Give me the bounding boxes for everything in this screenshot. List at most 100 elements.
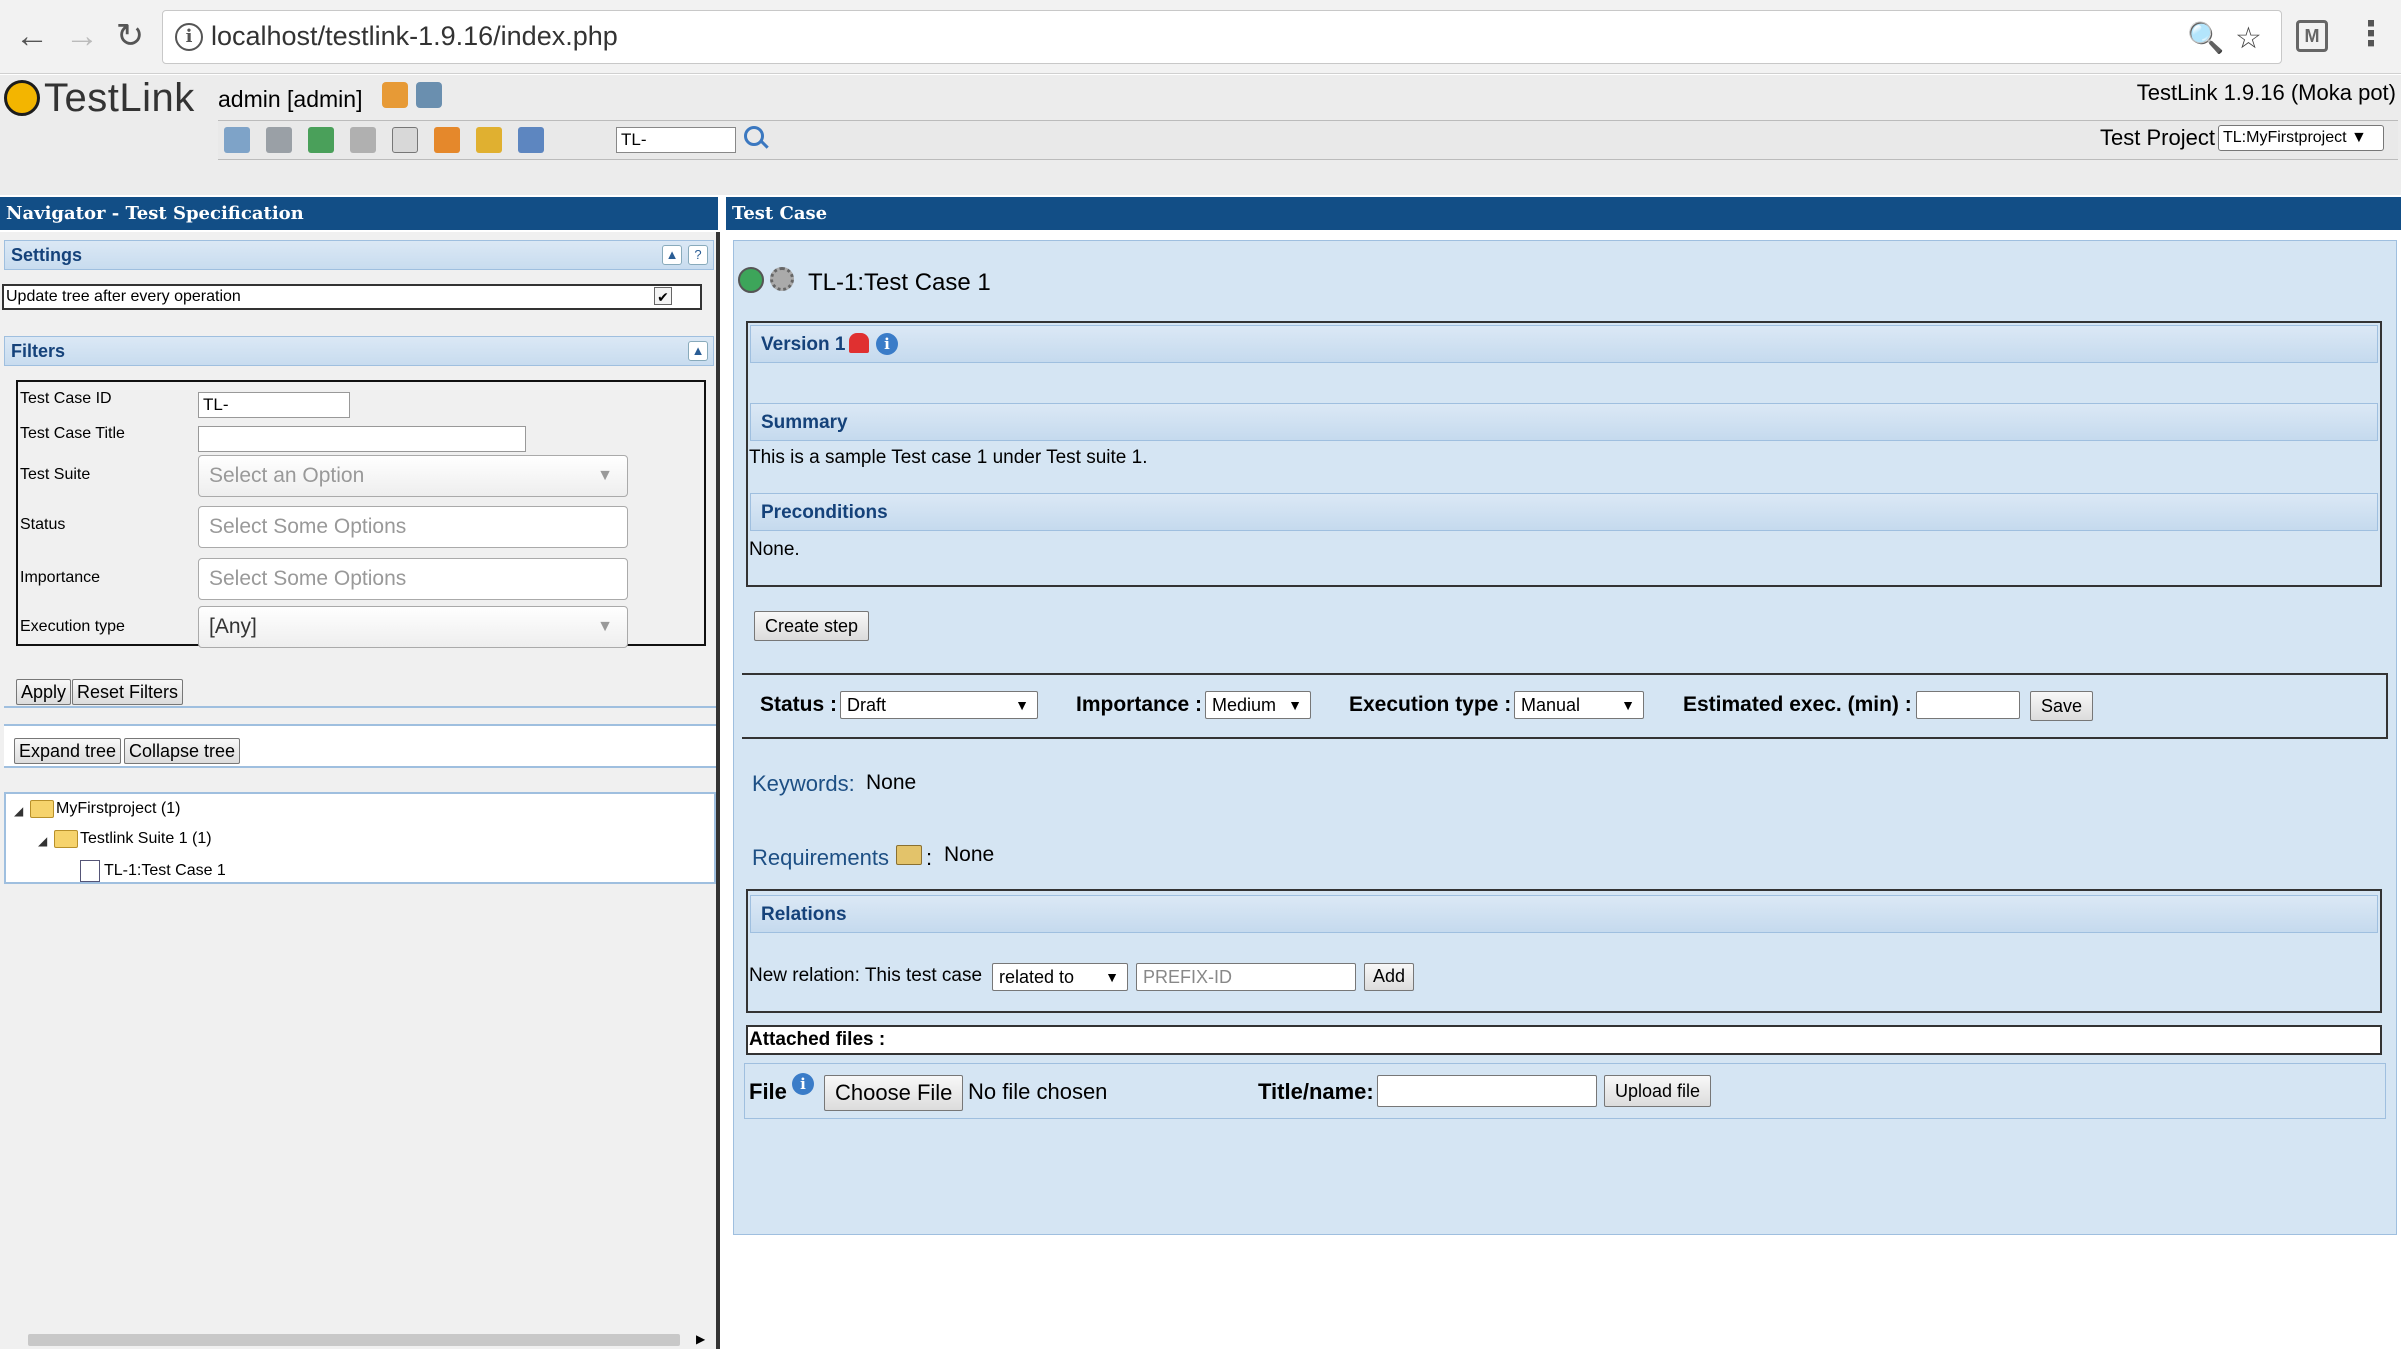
suite-select[interactable]: Select an Option ▼	[198, 455, 628, 497]
chevron-down-icon: ▼	[597, 467, 613, 484]
gear-icon[interactable]	[770, 267, 794, 291]
expand-tree-button[interactable]: Expand tree	[14, 738, 122, 764]
back-icon[interactable]: ←	[12, 16, 52, 56]
reports-icon[interactable]	[392, 127, 418, 153]
exec-type-select[interactable]: Manual ▼	[1514, 691, 1644, 719]
requirements-icon[interactable]	[896, 845, 922, 865]
address-bar[interactable]: i localhost/testlink-1.9.16/index.php 🔍 …	[162, 10, 2282, 64]
settings-header[interactable]: Settings	[4, 240, 714, 270]
exec-type-select[interactable]: [Any] ▼	[198, 606, 628, 648]
tree-node-testcase[interactable]: TL-1:Test Case 1	[80, 860, 226, 882]
preconditions-text: None.	[749, 539, 800, 560]
app-logo-text: TestLink	[44, 76, 195, 120]
navigator-panel: Settings ▲ ? Update tree after every ope…	[0, 232, 720, 1349]
execute-icon[interactable]	[350, 127, 376, 153]
requirements-icon[interactable]	[266, 127, 292, 153]
suite-label: Test Suite	[20, 466, 91, 483]
title-name-input[interactable]	[1377, 1075, 1597, 1107]
testcase-search-input[interactable]: TL-	[616, 127, 736, 153]
execution-history-icon[interactable]	[738, 267, 764, 293]
reload-icon[interactable]: ↻	[110, 16, 150, 56]
browser-menu-icon[interactable]: ⋮	[2354, 14, 2388, 54]
upload-file-button[interactable]: Upload file	[1604, 1075, 1712, 1107]
relation-target-input[interactable]: PREFIX-ID	[1136, 963, 1356, 991]
estimated-exec-input[interactable]	[1916, 691, 2020, 719]
logout-icon[interactable]	[416, 82, 442, 108]
events-icon[interactable]	[476, 127, 502, 153]
extension-icon[interactable]: M	[2296, 20, 2328, 52]
user-settings-icon[interactable]	[382, 82, 408, 108]
testcase-content: TL-1:Test Case 1 Version 1 i Summary Thi…	[733, 240, 2397, 1235]
search-icon[interactable]	[744, 126, 764, 146]
tc-id-label: Test Case ID	[20, 390, 112, 407]
chevron-down-icon: ▼	[1288, 697, 1302, 713]
scroll-right-icon[interactable]: ▶	[696, 1332, 705, 1346]
chevron-down-icon: ▼	[1105, 969, 1119, 985]
requirements-value: None	[944, 843, 995, 866]
tc-id-input[interactable]: TL-	[198, 392, 350, 418]
forward-icon[interactable]: →	[62, 16, 102, 56]
status-label: Status	[20, 516, 66, 533]
tree-expander-icon[interactable]: ◢	[38, 834, 47, 848]
help-icon[interactable]: ?	[688, 245, 708, 265]
no-file-text: No file chosen	[968, 1079, 1108, 1104]
info-icon[interactable]: i	[876, 333, 898, 355]
exec-type-label: Execution type	[20, 618, 125, 635]
add-relation-button[interactable]: Add	[1364, 963, 1415, 991]
test-spec-icon[interactable]	[308, 127, 334, 153]
url-text[interactable]: localhost/testlink-1.9.16/index.php	[211, 21, 618, 52]
importance-select-value: Medium	[1212, 695, 1277, 715]
file-label: File	[749, 1079, 787, 1104]
star-icon[interactable]: ☆	[2235, 21, 2262, 56]
new-relation-label: New relation: This test case	[749, 965, 983, 986]
create-step-button[interactable]: Create step	[754, 611, 870, 641]
suite-select-value: Select an Option	[209, 464, 365, 487]
testcase-title: TL-1:Test Case 1	[808, 269, 991, 296]
info-icon[interactable]: i	[792, 1073, 814, 1095]
testcase-icon	[80, 860, 100, 882]
settings-option: Update tree after every operation ✔	[2, 284, 702, 310]
status-select[interactable]: Draft ▼	[840, 691, 1038, 719]
apply-button[interactable]: Apply	[16, 679, 72, 705]
chevron-down-icon: ▼	[1621, 697, 1635, 713]
chevron-down-icon: ▼	[597, 618, 613, 635]
folder-icon	[30, 800, 54, 818]
project-label: Test Project	[2100, 125, 2215, 150]
keywords-value: None	[866, 771, 917, 794]
tree-node-project[interactable]: MyFirstproject (1)	[30, 800, 180, 818]
collapse-filters-icon[interactable]: ▲	[688, 341, 708, 361]
users-icon[interactable]	[434, 127, 460, 153]
importance-select[interactable]: Medium ▼	[1205, 691, 1311, 719]
info-icon[interactable]: i	[175, 23, 203, 51]
collapse-tree-button[interactable]: Collapse tree	[124, 738, 241, 764]
version-label: Version 1	[761, 334, 846, 355]
relations-header: Relations	[750, 895, 2378, 933]
reset-filters-button[interactable]: Reset Filters	[72, 679, 184, 705]
tree-node-suite-label: Testlink Suite 1 (1)	[80, 830, 212, 848]
keywords-label: Keywords:	[752, 771, 855, 796]
importance-multiselect[interactable]: Select Some Options	[198, 558, 628, 600]
summary-text: This is a sample Test case 1 under Test …	[749, 447, 1148, 468]
tree-node-suite[interactable]: Testlink Suite 1 (1)	[54, 830, 212, 848]
exec-type-select-value: Manual	[1521, 695, 1581, 715]
filters-header[interactable]: Filters	[4, 336, 714, 366]
relation-type-select[interactable]: related to ▼	[992, 963, 1128, 991]
exec-type-label: Execution type :	[1349, 693, 1512, 716]
horizontal-scrollbar[interactable]	[28, 1334, 680, 1346]
tc-title-input[interactable]	[198, 426, 526, 452]
desktop-icon[interactable]	[224, 127, 250, 153]
attached-files-label: Attached files :	[749, 1029, 886, 1050]
ghost-icon[interactable]	[849, 333, 869, 353]
collapse-settings-icon[interactable]: ▲	[662, 245, 682, 265]
update-tree-checkbox[interactable]: ✔	[654, 287, 672, 305]
save-button[interactable]: Save	[2030, 691, 2094, 721]
status-multiselect[interactable]: Select Some Options	[198, 506, 628, 548]
summary-header: Summary	[750, 403, 2378, 441]
tree-expander-icon[interactable]: ◢	[14, 804, 23, 818]
choose-file-button[interactable]: Choose File	[824, 1075, 964, 1111]
zoom-icon[interactable]: 🔍	[2187, 21, 2224, 56]
edit-icon[interactable]	[518, 127, 544, 153]
project-select[interactable]: TL:MyFirstproject ▼	[2218, 125, 2384, 151]
version-text: TestLink 1.9.16 (Moka pot)	[2136, 80, 2396, 105]
requirements-colon: :	[926, 845, 933, 870]
